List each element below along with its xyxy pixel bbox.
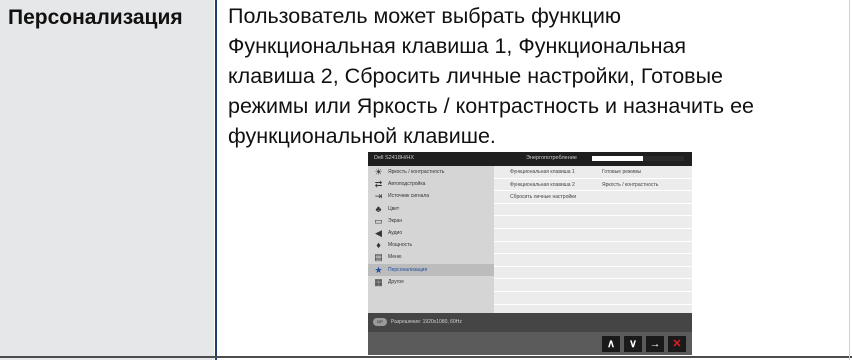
resolution-text: Разрешение: 1920x1080, 60Hz: [391, 319, 462, 325]
personalize-star-icon: ★: [374, 264, 383, 275]
osd-submenu-row: [494, 267, 692, 280]
osd-menu-label: Персонализация: [388, 266, 428, 273]
osd-submenu-value: Яркость / контрастность: [602, 181, 659, 188]
osd-submenu-label: Функциональная клавиша 2: [510, 181, 575, 188]
osd-status-bar: DP Разрешение: 1920x1080, 60Hz: [368, 313, 692, 332]
osd-menu-label: Источник сигнала: [388, 193, 430, 200]
osd-submenu-label: Сбросить личные настройки: [510, 194, 577, 201]
osd-submenu-row: [494, 204, 692, 217]
description-line: функциональной клавише.: [228, 124, 496, 148]
osd-menu-item[interactable]: ◀ Аудио: [368, 227, 494, 239]
osd-menu-label: Меню: [388, 254, 402, 261]
input-badge: DP: [373, 318, 387, 326]
osd-menu-item[interactable]: ★ Персонализация: [368, 263, 494, 276]
color-icon: ♣: [375, 203, 382, 214]
osd-submenu-row: [494, 229, 692, 242]
close-button[interactable]: ✕: [668, 336, 686, 352]
description-line: режимы или Яркость / контрастность и наз…: [228, 94, 754, 118]
osd-menu-label: Мощность: [388, 242, 413, 249]
osd-menu-label: Автоподстройка: [388, 181, 426, 188]
up-button[interactable]: ∧: [602, 336, 620, 352]
osd-menu-item[interactable]: ♦ Мощность: [368, 239, 494, 251]
osd-menu-item[interactable]: ♣ Цвет: [368, 203, 494, 215]
display-icon: ▭: [374, 215, 383, 226]
osd-submenu-label: Функциональная клавиша 1: [510, 169, 575, 175]
auto-adjust-icon: ⇄: [374, 179, 383, 190]
menu-icon: ▤: [374, 252, 383, 263]
osd-submenu-row[interactable]: Функциональная клавиша 1 Готовые режимы: [494, 166, 692, 179]
osd-menu-label: Яркость / контрастность: [388, 169, 445, 175]
energy-label: Энергопотребление: [526, 155, 577, 161]
brightness-icon: ☀: [374, 167, 383, 177]
term-cell: Персонализация: [0, 0, 214, 360]
osd-submenu-row: [494, 292, 692, 305]
osd-menu-label: Аудио: [388, 229, 403, 236]
others-icon: ▦: [374, 276, 383, 287]
osd-menu-item[interactable]: ⇄ Автоподстройка: [368, 178, 494, 190]
energy-meter-fill: [592, 156, 643, 161]
osd-submenu-row: [494, 242, 692, 255]
osd-menu-label: Цвет: [388, 205, 400, 212]
monitor-model: Dell S2418H/HX: [374, 155, 415, 161]
description-line: Пользователь может выбрать функцию: [228, 4, 622, 28]
enter-button[interactable]: →: [646, 336, 664, 352]
osd-menu-item[interactable]: ☀ Яркость / контрастность: [368, 166, 494, 178]
osd-menu-item[interactable]: ▤ Меню: [368, 251, 494, 263]
power-icon: ♦: [376, 240, 381, 251]
osd-menu-item[interactable]: ▭ Экран: [368, 215, 494, 227]
column-divider: [215, 0, 217, 360]
osd-submenu-row[interactable]: Сбросить личные настройки: [494, 191, 692, 204]
osd-submenu-row: [494, 254, 692, 267]
osd-menu-label: Другое: [388, 278, 404, 285]
osd-title-bar: Dell S2418H/HX Энергопотребление: [368, 152, 692, 166]
description-line: клавиша 2, Сбросить личные настройки, Го…: [228, 64, 724, 88]
table-right-border: [849, 0, 850, 360]
osd-submenu: Функциональная клавиша 1 Готовые режимы Фу…: [494, 166, 692, 318]
osd-menu-item[interactable]: ⇥ Источник сигнала: [368, 190, 494, 202]
osd-submenu-row: [494, 216, 692, 229]
osd-submenu-row: [494, 279, 692, 292]
osd-screenshot: Dell S2418H/HX Энергопотребление ☀ Яркост…: [368, 152, 692, 355]
table-bottom-border: [0, 356, 852, 358]
osd-submenu-row[interactable]: Функциональная клавиша 2 Яркость / контра…: [494, 179, 692, 192]
description-line: Функциональная клавиша 1, Функциональная: [228, 34, 687, 58]
osd-main-menu: ☀ Яркость / контрастность ⇄ Автоподстройка ⇥…: [368, 166, 494, 313]
osd-submenu-value: Готовые режимы: [602, 169, 642, 175]
audio-icon: ◀: [375, 227, 382, 238]
term-label: Персонализация: [8, 6, 183, 29]
input-source-icon: ⇥: [374, 191, 383, 202]
down-button[interactable]: ∨: [624, 336, 642, 352]
osd-menu-label: Экран: [388, 217, 403, 224]
osd-menu-item[interactable]: ▦ Другое: [368, 276, 494, 288]
energy-meter: [592, 156, 684, 161]
description-cell: Пользователь может выбрать функцию Функц…: [228, 1, 828, 151]
